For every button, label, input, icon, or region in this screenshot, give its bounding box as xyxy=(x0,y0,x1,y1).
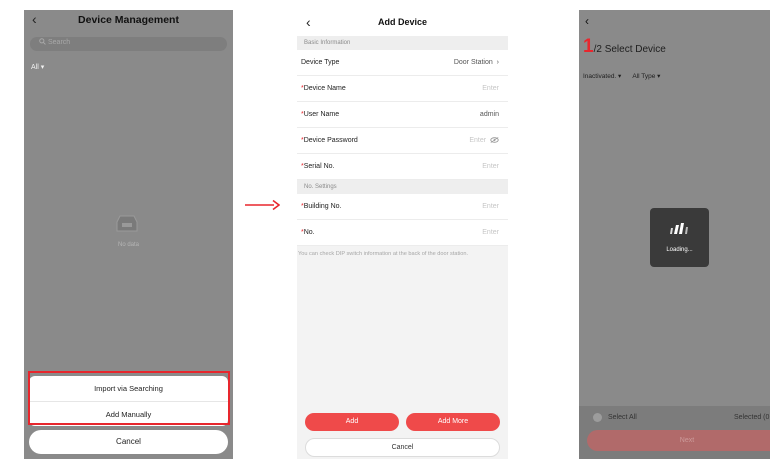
device-name-label: *Device Name xyxy=(301,85,346,92)
device-type-row[interactable]: Device Type Door Station › xyxy=(297,50,508,76)
eye-off-icon[interactable] xyxy=(490,137,499,144)
device-type-label: Device Type xyxy=(301,59,340,66)
step-indicator: 1/2 Select Device xyxy=(583,36,666,58)
loading-toast: Loading... xyxy=(650,208,709,267)
building-no-field[interactable]: *Building No. Enter xyxy=(297,194,508,220)
filter-bar: Inactivated. ▾ All Type ▾ xyxy=(583,72,660,80)
arrow-right-icon xyxy=(245,199,280,211)
building-no-input[interactable]: Enter xyxy=(482,203,499,210)
step-title: /2 Select Device xyxy=(593,44,666,55)
back-chevron-icon[interactable]: ‹ xyxy=(585,14,589,28)
serial-no-input[interactable]: Enter xyxy=(482,163,499,170)
loading-text: Loading... xyxy=(666,247,693,253)
highlight-box xyxy=(28,371,230,425)
device-type-value: Door Station › xyxy=(453,59,499,66)
select-all-radio[interactable] xyxy=(593,413,602,422)
empty-box-icon xyxy=(116,215,138,232)
user-name-input[interactable]: admin xyxy=(480,111,499,118)
bottom-bar: Select All Selected (0 Next xyxy=(579,406,770,459)
filter-dropdown[interactable]: All ▾ xyxy=(31,63,233,71)
status-filter-dropdown[interactable]: Inactivated. ▾ xyxy=(583,73,621,80)
device-password-label: *Device Password xyxy=(301,137,358,144)
device-password-field[interactable]: *Device Password Enter xyxy=(297,128,508,154)
no-input[interactable]: Enter xyxy=(482,229,499,236)
section-header-no-settings: No. Settings xyxy=(297,180,508,194)
no-field[interactable]: *No. Enter xyxy=(297,220,508,246)
search-placeholder: Search xyxy=(48,39,71,46)
search-icon xyxy=(39,38,46,47)
select-device-screen: ‹ 1/2 Select Device Inactivated. ▾ All Ty… xyxy=(579,10,770,459)
loading-spinner-icon xyxy=(670,223,688,234)
add-button[interactable]: Add xyxy=(305,413,399,431)
selected-count: Selected (0 xyxy=(734,414,770,421)
user-name-field[interactable]: *User Name admin xyxy=(297,102,508,128)
device-password-input[interactable]: Enter xyxy=(469,137,499,144)
building-no-label: *Building No. xyxy=(301,203,342,210)
add-device-screen: ‹ Add Device Basic Information Device Ty… xyxy=(297,10,508,459)
next-button[interactable]: Next xyxy=(587,430,770,451)
step-number: 1 xyxy=(583,36,594,57)
chevron-right-icon: › xyxy=(496,59,499,66)
cancel-button[interactable]: Cancel xyxy=(305,438,500,457)
screenshot-stage: ‹ Device Management Search All ▾ No data… xyxy=(0,0,770,459)
nav-bar: ‹ Device Management xyxy=(24,10,233,32)
nav-bar: ‹ Add Device xyxy=(297,10,508,36)
no-label: *No. xyxy=(301,229,315,236)
serial-no-field[interactable]: *Serial No. Enter xyxy=(297,154,508,180)
cancel-button[interactable]: Cancel xyxy=(29,430,228,454)
type-filter-dropdown[interactable]: All Type ▾ xyxy=(632,73,660,80)
page-title: Add Device xyxy=(377,17,428,27)
add-more-button[interactable]: Add More xyxy=(406,413,500,431)
page-title: Device Management xyxy=(78,14,179,26)
select-all-label[interactable]: Select All xyxy=(608,414,637,421)
serial-no-label: *Serial No. xyxy=(301,163,335,170)
device-name-field[interactable]: *Device Name Enter xyxy=(297,76,508,102)
device-name-input[interactable]: Enter xyxy=(482,85,499,92)
search-input[interactable]: Search xyxy=(30,37,227,51)
empty-state-text: No data xyxy=(117,242,139,248)
dip-switch-note: You can check DIP switch information at … xyxy=(298,251,469,257)
user-name-label: *User Name xyxy=(301,111,340,118)
section-header-basic: Basic Information xyxy=(297,36,508,50)
